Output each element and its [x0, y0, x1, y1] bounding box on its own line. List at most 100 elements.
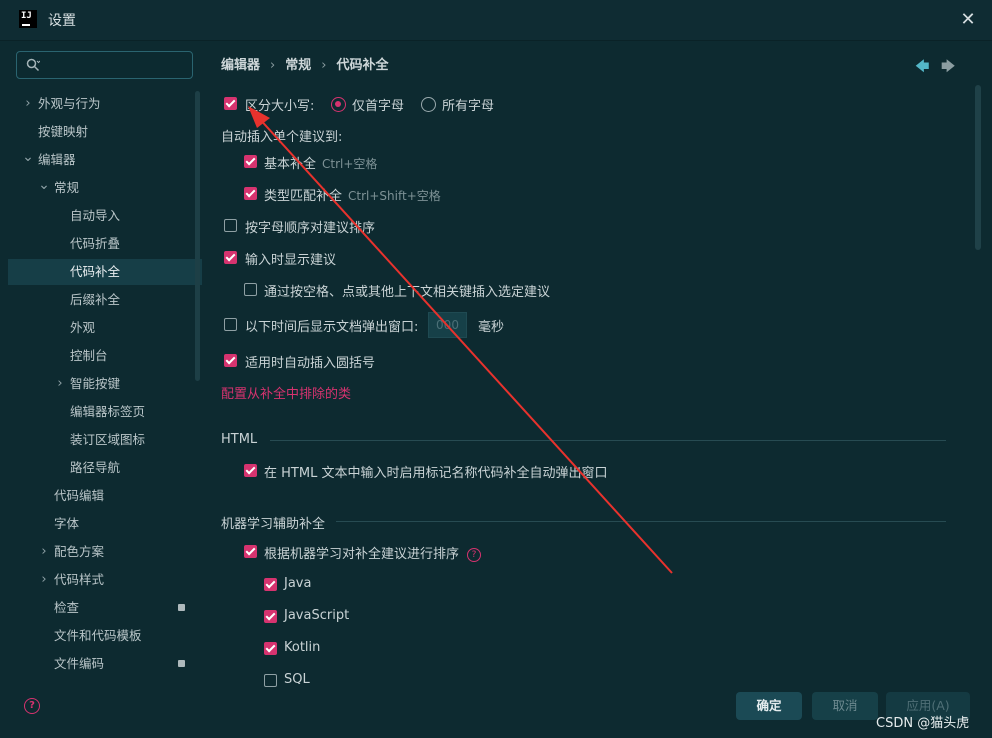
show-while-typing-label: 输入时显示建议	[245, 253, 337, 268]
chevron-right-icon[interactable]: ›	[38, 567, 50, 593]
first-letter-label: 仅首字母	[352, 99, 405, 114]
title-bar: IJ 设置 ✕	[0, 0, 992, 41]
back-arrow-icon[interactable]: 🡄	[915, 56, 929, 80]
auto-parens-label: 适用时自动插入圆括号	[245, 356, 376, 371]
html-section-title: HTML	[221, 432, 258, 447]
help-button[interactable]: ?	[24, 698, 40, 714]
basic-completion-shortcut: Ctrl+空格	[322, 157, 378, 171]
basic-completion-label: 基本补全 Ctrl+空格	[264, 157, 378, 172]
sidebar-item-label: 编辑器	[38, 152, 76, 167]
sidebar-item-console[interactable]: 控制台	[8, 343, 202, 369]
cancel-button[interactable]: 取消	[812, 692, 878, 720]
sidebar-item-breadcrumbs[interactable]: 路径导航	[8, 455, 202, 481]
sidebar-item-label: 外观与行为	[38, 96, 101, 111]
sidebar-item-font[interactable]: 字体	[8, 511, 202, 537]
ml-kotlin-checkbox[interactable]	[264, 642, 277, 655]
sidebar-item-label: 常规	[54, 180, 80, 195]
forward-arrow-icon[interactable]: 🡆	[941, 56, 955, 80]
html-section-divider	[270, 440, 946, 441]
sidebar-scrollbar[interactable]	[195, 91, 200, 381]
type-match-shortcut: Ctrl+Shift+空格	[348, 189, 441, 203]
sidebar-item-label: 装订区域图标	[70, 432, 146, 447]
sidebar-item-code-editing[interactable]: 代码编辑	[8, 483, 202, 509]
sidebar-item-smart-keys[interactable]: › 智能按键	[8, 371, 202, 397]
sidebar-item-label: 自动导入	[70, 208, 121, 223]
sidebar-item-appearance[interactable]: › 外观与行为	[8, 91, 202, 117]
type-match-checkbox[interactable]	[244, 187, 257, 200]
breadcrumb-general[interactable]: 常规	[285, 58, 311, 73]
settings-sidebar: › 外观与行为按键映射 ⌄ 编辑器 ⌄ 常规自动导入代码折叠代码补全后缀补全外观控制台 › 智…	[0, 41, 205, 691]
ml-section-divider	[336, 521, 946, 522]
ml-javascript-checkbox[interactable]	[264, 610, 277, 623]
chevron-right-icon[interactable]: ›	[38, 539, 50, 565]
sidebar-item-file-templates[interactable]: 文件和代码模板	[8, 623, 202, 649]
sidebar-item-label: 字体	[54, 516, 80, 531]
exclude-classes-link[interactable]: 配置从补全中排除的类	[221, 383, 351, 402]
sidebar-item-keymap[interactable]: 按键映射	[8, 119, 202, 145]
sidebar-item-general[interactable]: ⌄ 常规	[8, 175, 202, 201]
doc-popup-label: 以下时间后显示文档弹出窗口:	[245, 320, 419, 335]
sidebar-item-inspections[interactable]: 检查	[8, 595, 202, 621]
ml-sql-checkbox[interactable]	[264, 674, 277, 687]
watermark: CSDN @猫头虎	[876, 716, 970, 731]
breadcrumb-separator: ›	[270, 58, 276, 73]
close-button[interactable]: ✕	[958, 10, 978, 30]
project-scope-icon	[178, 660, 185, 667]
sidebar-item-label: 代码补全	[70, 264, 121, 279]
html-auto-popup-checkbox[interactable]	[244, 464, 257, 477]
sidebar-item-editor[interactable]: ⌄ 编辑器	[8, 147, 202, 173]
sidebar-item-gutter-icons[interactable]: 装订区域图标	[8, 427, 202, 453]
ml-java-label: Java	[284, 576, 312, 591]
doc-popup-checkbox[interactable]	[224, 318, 237, 331]
breadcrumb-editor[interactable]: 编辑器	[221, 58, 260, 73]
window-title: 设置	[48, 13, 76, 29]
breadcrumb: 编辑器 › 常规 › 代码补全	[221, 54, 388, 73]
ml-sort-checkbox[interactable]	[244, 545, 257, 558]
ml-kotlin-label: Kotlin	[284, 640, 321, 655]
sidebar-item-editor-tabs[interactable]: 编辑器标签页	[8, 399, 202, 425]
case-sensitive-label: 区分大小写:	[245, 99, 315, 114]
ok-button[interactable]: 确定	[736, 692, 802, 720]
auto-parens-checkbox[interactable]	[224, 354, 237, 367]
sidebar-item-label: 代码样式	[54, 572, 105, 587]
chevron-right-icon[interactable]: ›	[22, 91, 34, 117]
sidebar-item-auto-import[interactable]: 自动导入	[8, 203, 202, 229]
ml-sort-label: 根据机器学习对补全建议进行排序?	[264, 543, 482, 562]
sort-alphabetically-checkbox[interactable]	[224, 219, 237, 232]
sidebar-item-label: 代码编辑	[54, 488, 105, 503]
show-while-typing-checkbox[interactable]	[224, 251, 237, 264]
breadcrumb-separator: ›	[321, 58, 327, 73]
sidebar-item-label: 文件和代码模板	[54, 628, 142, 643]
all-letters-label: 所有字母	[442, 99, 495, 114]
content-scrollbar[interactable]	[975, 85, 981, 250]
sidebar-item-color-scheme[interactable]: › 配色方案	[8, 539, 202, 565]
doc-popup-delay-input[interactable]: 000	[428, 312, 467, 338]
sidebar-item-label: 检查	[54, 600, 80, 615]
type-match-label: 类型匹配补全 Ctrl+Shift+空格	[264, 189, 441, 204]
all-letters-radio[interactable]	[421, 97, 436, 112]
chevron-down-icon[interactable]: ⌄	[22, 147, 34, 167]
basic-completion-checkbox[interactable]	[244, 155, 257, 168]
chevron-right-icon[interactable]: ›	[54, 371, 66, 397]
doc-popup-unit: 毫秒	[478, 320, 505, 335]
case-sensitive-checkbox[interactable]	[224, 97, 237, 110]
help-icon[interactable]: ?	[467, 547, 482, 562]
sidebar-item-label: 文件编码	[54, 656, 105, 671]
search-input[interactable]	[49, 55, 189, 77]
search-box[interactable]	[16, 51, 193, 79]
sidebar-item-label: 代码折叠	[70, 236, 121, 251]
ml-java-checkbox[interactable]	[264, 578, 277, 591]
insert-by-key-label: 通过按空格、点或其他上下文相关键插入选定建议	[264, 285, 551, 300]
sidebar-item-code-style[interactable]: › 代码样式	[8, 567, 202, 593]
sidebar-item-postfix-completion[interactable]: 后缀补全	[8, 287, 202, 313]
insert-by-key-checkbox[interactable]	[244, 283, 257, 296]
sidebar-item-label: 外观	[70, 320, 96, 335]
sidebar-item-appearance-sub[interactable]: 外观	[8, 315, 202, 341]
first-letter-radio[interactable]	[331, 97, 346, 112]
chevron-down-icon[interactable]: ⌄	[38, 175, 50, 195]
sidebar-item-label: 按键映射	[38, 124, 89, 139]
sidebar-item-code-folding[interactable]: 代码折叠	[8, 231, 202, 257]
sidebar-item-file-encodings[interactable]: 文件编码	[8, 651, 202, 677]
sidebar-item-code-completion[interactable]: 代码补全	[8, 259, 202, 285]
sidebar-item-label: 配色方案	[54, 544, 105, 559]
